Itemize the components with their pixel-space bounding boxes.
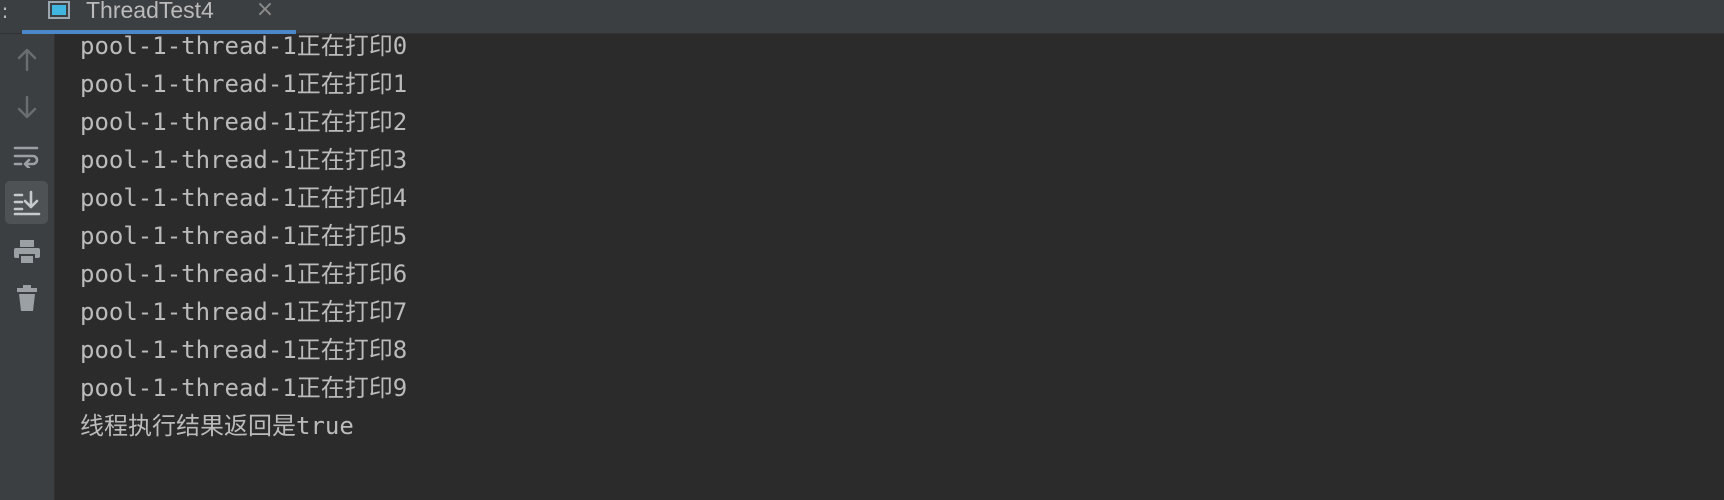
tab-threadtest4[interactable]: ThreadTest4 × [22, 0, 296, 34]
close-icon[interactable]: × [254, 0, 276, 22]
soft-wrap-button[interactable] [5, 134, 48, 177]
soft-wrap-icon [13, 146, 38, 168]
trash-icon [16, 284, 37, 311]
tab-title: ThreadTest4 [86, 0, 214, 23]
down-stack-trace-button[interactable] [5, 85, 48, 128]
scroll-to-end-icon [13, 190, 40, 215]
console-line: 线程执行结果返回是true [80, 412, 354, 440]
tab-bar: : ThreadTest4 × [0, 0, 1724, 34]
console-line: pool-1-thread-1正在打印0 [80, 34, 408, 60]
up-arrow-icon [17, 48, 36, 71]
console-line: pool-1-thread-1正在打印9 [80, 374, 408, 402]
console-icon [48, 1, 70, 19]
console-line: pool-1-thread-1正在打印1 [80, 70, 408, 98]
console-line: pool-1-thread-1正在打印5 [80, 222, 408, 250]
console-line: pool-1-thread-1正在打印7 [80, 298, 408, 326]
print-icon [13, 239, 40, 265]
console-line: pool-1-thread-1正在打印6 [80, 260, 408, 288]
print-button[interactable] [5, 230, 48, 273]
console-line: pool-1-thread-1正在打印4 [80, 184, 408, 212]
console-line: pool-1-thread-1正在打印8 [80, 336, 408, 364]
console-line: pool-1-thread-1正在打印3 [80, 146, 408, 174]
down-arrow-icon [17, 95, 36, 118]
clear-all-button[interactable] [5, 276, 48, 319]
up-stack-trace-button[interactable] [5, 38, 48, 81]
console-toolbar [0, 34, 55, 500]
tab-menu-icon[interactable]: : [0, 0, 10, 24]
scroll-to-end-button[interactable] [5, 181, 48, 224]
console-output[interactable]: pool-1-thread-1正在打印0 pool-1-thread-1正在打印… [56, 34, 1724, 500]
console-line: pool-1-thread-1正在打印2 [80, 108, 408, 136]
